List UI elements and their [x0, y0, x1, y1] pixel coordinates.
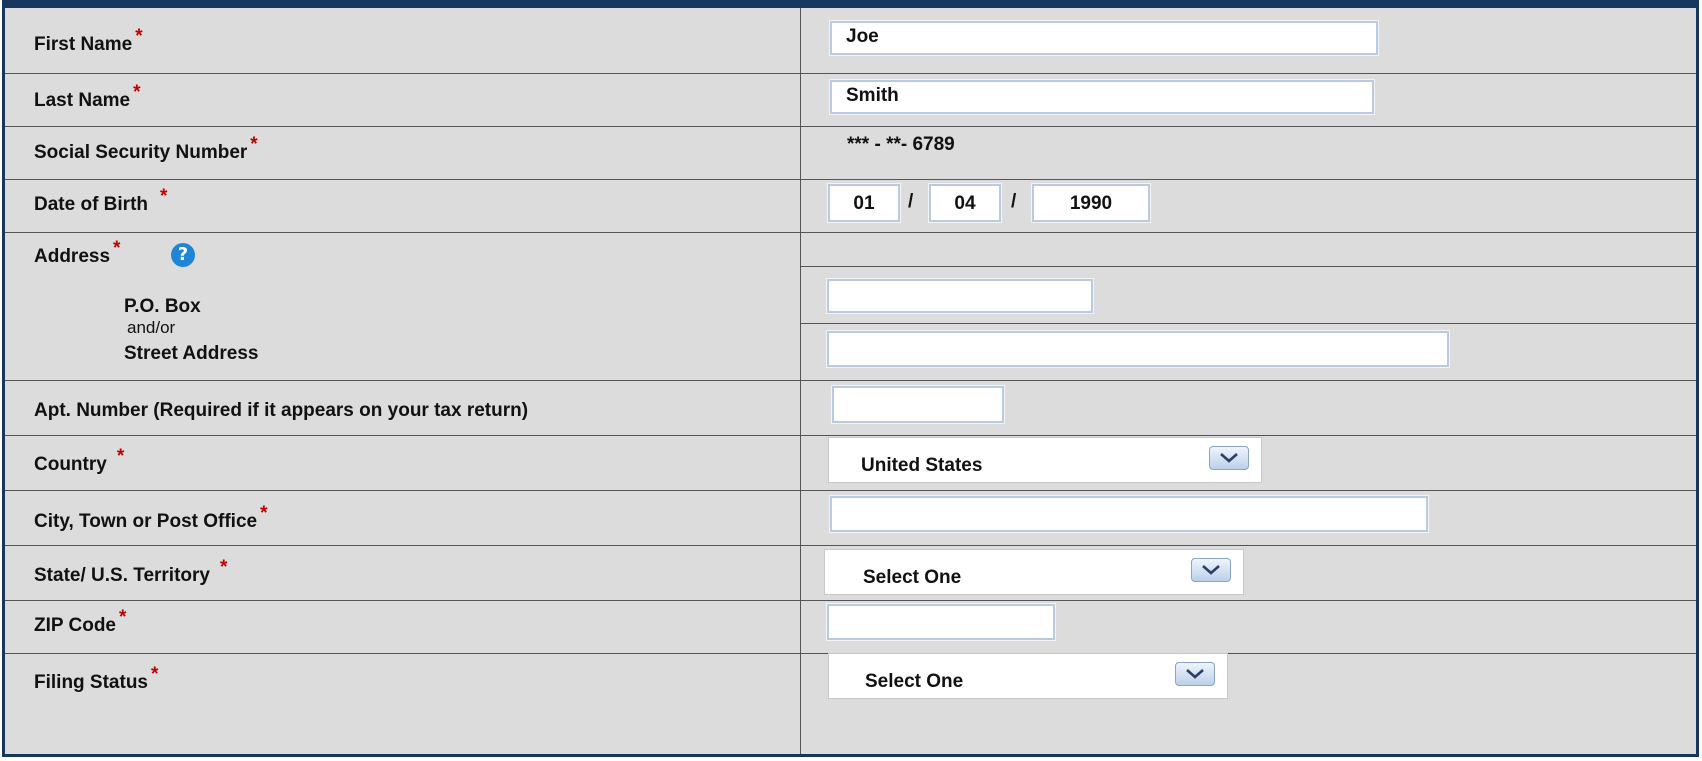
- row-divider: [5, 73, 1696, 74]
- country-selected-value: United States: [861, 455, 983, 476]
- required-marker: *: [260, 503, 268, 524]
- filing-status-selected-value: Select One: [865, 671, 964, 692]
- required-marker: *: [250, 134, 258, 155]
- row-divider: [5, 380, 1696, 381]
- row-divider: [5, 490, 1696, 491]
- required-marker: *: [135, 26, 143, 47]
- chevron-down-icon[interactable]: [1175, 662, 1215, 686]
- first-name-input[interactable]: Joe: [829, 20, 1379, 56]
- po-box-input[interactable]: [826, 278, 1094, 314]
- chevron-down-icon[interactable]: [1209, 446, 1249, 470]
- address-label: Address *: [34, 238, 121, 267]
- country-select[interactable]: United States: [828, 437, 1262, 483]
- row-divider: [5, 179, 1696, 180]
- dob-separator: /: [1011, 191, 1017, 212]
- row-divider: [5, 600, 1696, 601]
- dob-label: Date of Birth *: [34, 186, 168, 215]
- city-label: City, Town or Post Office *: [34, 503, 268, 532]
- state-label: State/ U.S. Territory *: [34, 557, 228, 586]
- apt-number-label: Apt. Number (Required if it appears on y…: [34, 400, 529, 421]
- street-address-label: Street Address: [124, 343, 259, 364]
- street-address-input[interactable]: [826, 330, 1450, 368]
- country-label: Country *: [34, 446, 125, 475]
- first-name-label: First Name *: [34, 26, 143, 55]
- row-divider: [5, 545, 1696, 546]
- zip-code-input[interactable]: [826, 603, 1056, 641]
- help-icon[interactable]: ?: [171, 243, 195, 267]
- zip-code-label: ZIP Code *: [34, 607, 127, 636]
- city-input[interactable]: [829, 495, 1429, 533]
- required-marker: *: [116, 446, 125, 467]
- dob-separator: /: [908, 191, 914, 212]
- row-divider: [800, 323, 1696, 324]
- po-box-label: P.O. Box: [124, 296, 201, 317]
- ssn-label: Social Security Number *: [34, 134, 258, 163]
- state-select[interactable]: Select One: [824, 549, 1244, 595]
- last-name-label: Last Name *: [34, 82, 141, 111]
- dob-year-input[interactable]: 1990: [1031, 183, 1151, 223]
- row-divider: [5, 435, 1696, 436]
- apt-number-input[interactable]: [831, 385, 1005, 424]
- required-marker: *: [113, 238, 121, 259]
- and-or-label: and/or: [127, 318, 176, 337]
- column-divider: [800, 8, 801, 754]
- row-divider: [5, 232, 1696, 233]
- required-marker: *: [151, 664, 159, 685]
- state-selected-value: Select One: [863, 567, 962, 588]
- row-divider: [5, 126, 1696, 127]
- row-divider: [800, 266, 1696, 267]
- required-marker: *: [219, 557, 228, 578]
- dob-day-input[interactable]: 04: [928, 183, 1002, 223]
- last-name-input[interactable]: Smith: [829, 79, 1375, 115]
- required-marker: *: [133, 82, 141, 103]
- dob-month-input[interactable]: 01: [827, 183, 901, 223]
- ssn-masked-value: *** - **- 6789: [847, 134, 955, 155]
- filing-status-select[interactable]: Select One: [828, 653, 1228, 699]
- user-info-form: First Name * Joe Last Name * Smith Social …: [2, 0, 1699, 757]
- required-marker: *: [119, 607, 127, 628]
- chevron-down-icon[interactable]: [1191, 558, 1231, 582]
- required-marker: *: [160, 186, 168, 207]
- filing-status-label: Filing Status *: [34, 664, 159, 693]
